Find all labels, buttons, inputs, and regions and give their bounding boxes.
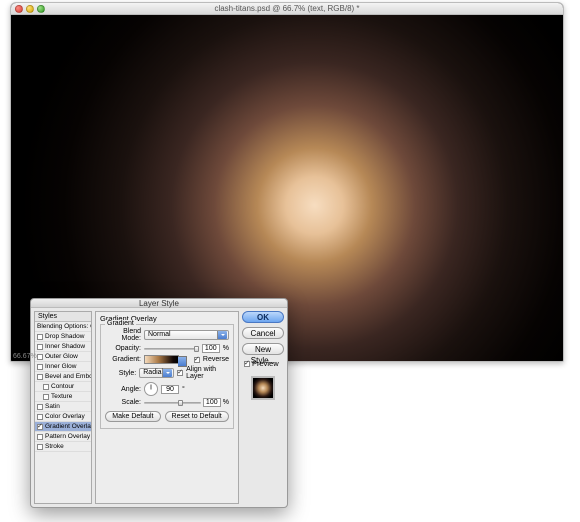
- stroke-row[interactable]: Stroke: [35, 442, 91, 452]
- angle-label: Angle:: [105, 386, 141, 393]
- inner-shadow-row[interactable]: Inner Shadow: [35, 342, 91, 352]
- gradient-fieldset: Gradient Blend Mode: Normal Opacity: 100…: [100, 324, 234, 429]
- styles-header[interactable]: Styles: [35, 312, 91, 322]
- scale-label: Scale:: [105, 399, 141, 406]
- contour-row[interactable]: Contour: [35, 382, 91, 392]
- zoom-level: 66.67%: [13, 353, 37, 360]
- style-label: Style:: [105, 370, 136, 377]
- angle-dial[interactable]: [144, 382, 158, 396]
- make-default-button[interactable]: Make Default: [105, 411, 160, 422]
- opacity-input[interactable]: 100: [202, 344, 220, 353]
- opacity-slider[interactable]: [144, 345, 199, 353]
- align-layer-checkbox[interactable]: [177, 370, 183, 376]
- dialog-titlebar[interactable]: Layer Style: [31, 299, 287, 308]
- reverse-checkbox[interactable]: [194, 357, 200, 363]
- texture-checkbox[interactable]: [43, 394, 49, 400]
- outer-glow-checkbox[interactable]: [37, 354, 43, 360]
- stroke-checkbox[interactable]: [37, 444, 43, 450]
- drop-shadow-checkbox[interactable]: [37, 334, 43, 340]
- align-layer-label: Align with Layer: [186, 366, 229, 380]
- style-select[interactable]: Radial: [139, 368, 174, 378]
- pattern-overlay-row[interactable]: Pattern Overlay: [35, 432, 91, 442]
- fieldset-legend: Gradient: [105, 320, 136, 327]
- gradient-overlay-row[interactable]: Gradient Overlay: [35, 422, 91, 432]
- document-titlebar[interactable]: clash-titans.psd @ 66.7% (text, RGB/8) *: [11, 3, 563, 15]
- satin-row[interactable]: Satin: [35, 402, 91, 412]
- reset-default-button[interactable]: Reset to Default: [165, 411, 229, 422]
- preview-checkbox[interactable]: [244, 361, 250, 367]
- color-overlay-checkbox[interactable]: [37, 414, 43, 420]
- opacity-label: Opacity:: [105, 345, 141, 352]
- window-controls: [15, 5, 45, 13]
- color-overlay-row[interactable]: Color Overlay: [35, 412, 91, 422]
- bevel-emboss-checkbox[interactable]: [37, 374, 43, 380]
- dialog-buttons: OK Cancel New Style... Preview: [242, 311, 284, 504]
- blending-options-row[interactable]: Blending Options: Custom: [35, 322, 91, 332]
- document-title: clash-titans.psd @ 66.7% (text, RGB/8) *: [11, 4, 563, 13]
- blend-mode-select[interactable]: Normal: [144, 330, 229, 340]
- texture-row[interactable]: Texture: [35, 392, 91, 402]
- preview-swatch: [251, 376, 275, 400]
- minimize-icon[interactable]: [26, 5, 34, 13]
- gradient-label: Gradient:: [105, 356, 141, 363]
- drop-shadow-row[interactable]: Drop Shadow: [35, 332, 91, 342]
- reverse-label: Reverse: [203, 356, 229, 363]
- preview-label: Preview: [252, 359, 279, 368]
- inner-glow-checkbox[interactable]: [37, 364, 43, 370]
- settings-panel: Gradient Overlay Gradient Blend Mode: No…: [95, 311, 239, 504]
- styles-list: Styles Blending Options: Custom Drop Sha…: [34, 311, 92, 504]
- inner-shadow-checkbox[interactable]: [37, 344, 43, 350]
- blend-mode-label: Blend Mode:: [105, 328, 141, 342]
- scale-input[interactable]: 100: [203, 398, 221, 407]
- cancel-button[interactable]: Cancel: [242, 327, 284, 339]
- inner-glow-row[interactable]: Inner Glow: [35, 362, 91, 372]
- gradient-picker[interactable]: [144, 355, 179, 364]
- outer-glow-row[interactable]: Outer Glow: [35, 352, 91, 362]
- satin-checkbox[interactable]: [37, 404, 43, 410]
- dialog-title: Layer Style: [31, 299, 287, 308]
- close-icon[interactable]: [15, 5, 23, 13]
- new-style-button[interactable]: New Style...: [242, 343, 284, 355]
- pattern-overlay-checkbox[interactable]: [37, 434, 43, 440]
- ok-button[interactable]: OK: [242, 311, 284, 323]
- zoom-icon[interactable]: [37, 5, 45, 13]
- contour-checkbox[interactable]: [43, 384, 49, 390]
- layer-style-dialog: Layer Style Styles Blending Options: Cus…: [30, 298, 288, 508]
- angle-input[interactable]: 90: [161, 385, 179, 394]
- gradient-overlay-checkbox[interactable]: [37, 424, 43, 430]
- scale-slider[interactable]: [144, 399, 201, 407]
- bevel-emboss-row[interactable]: Bevel and Emboss: [35, 372, 91, 382]
